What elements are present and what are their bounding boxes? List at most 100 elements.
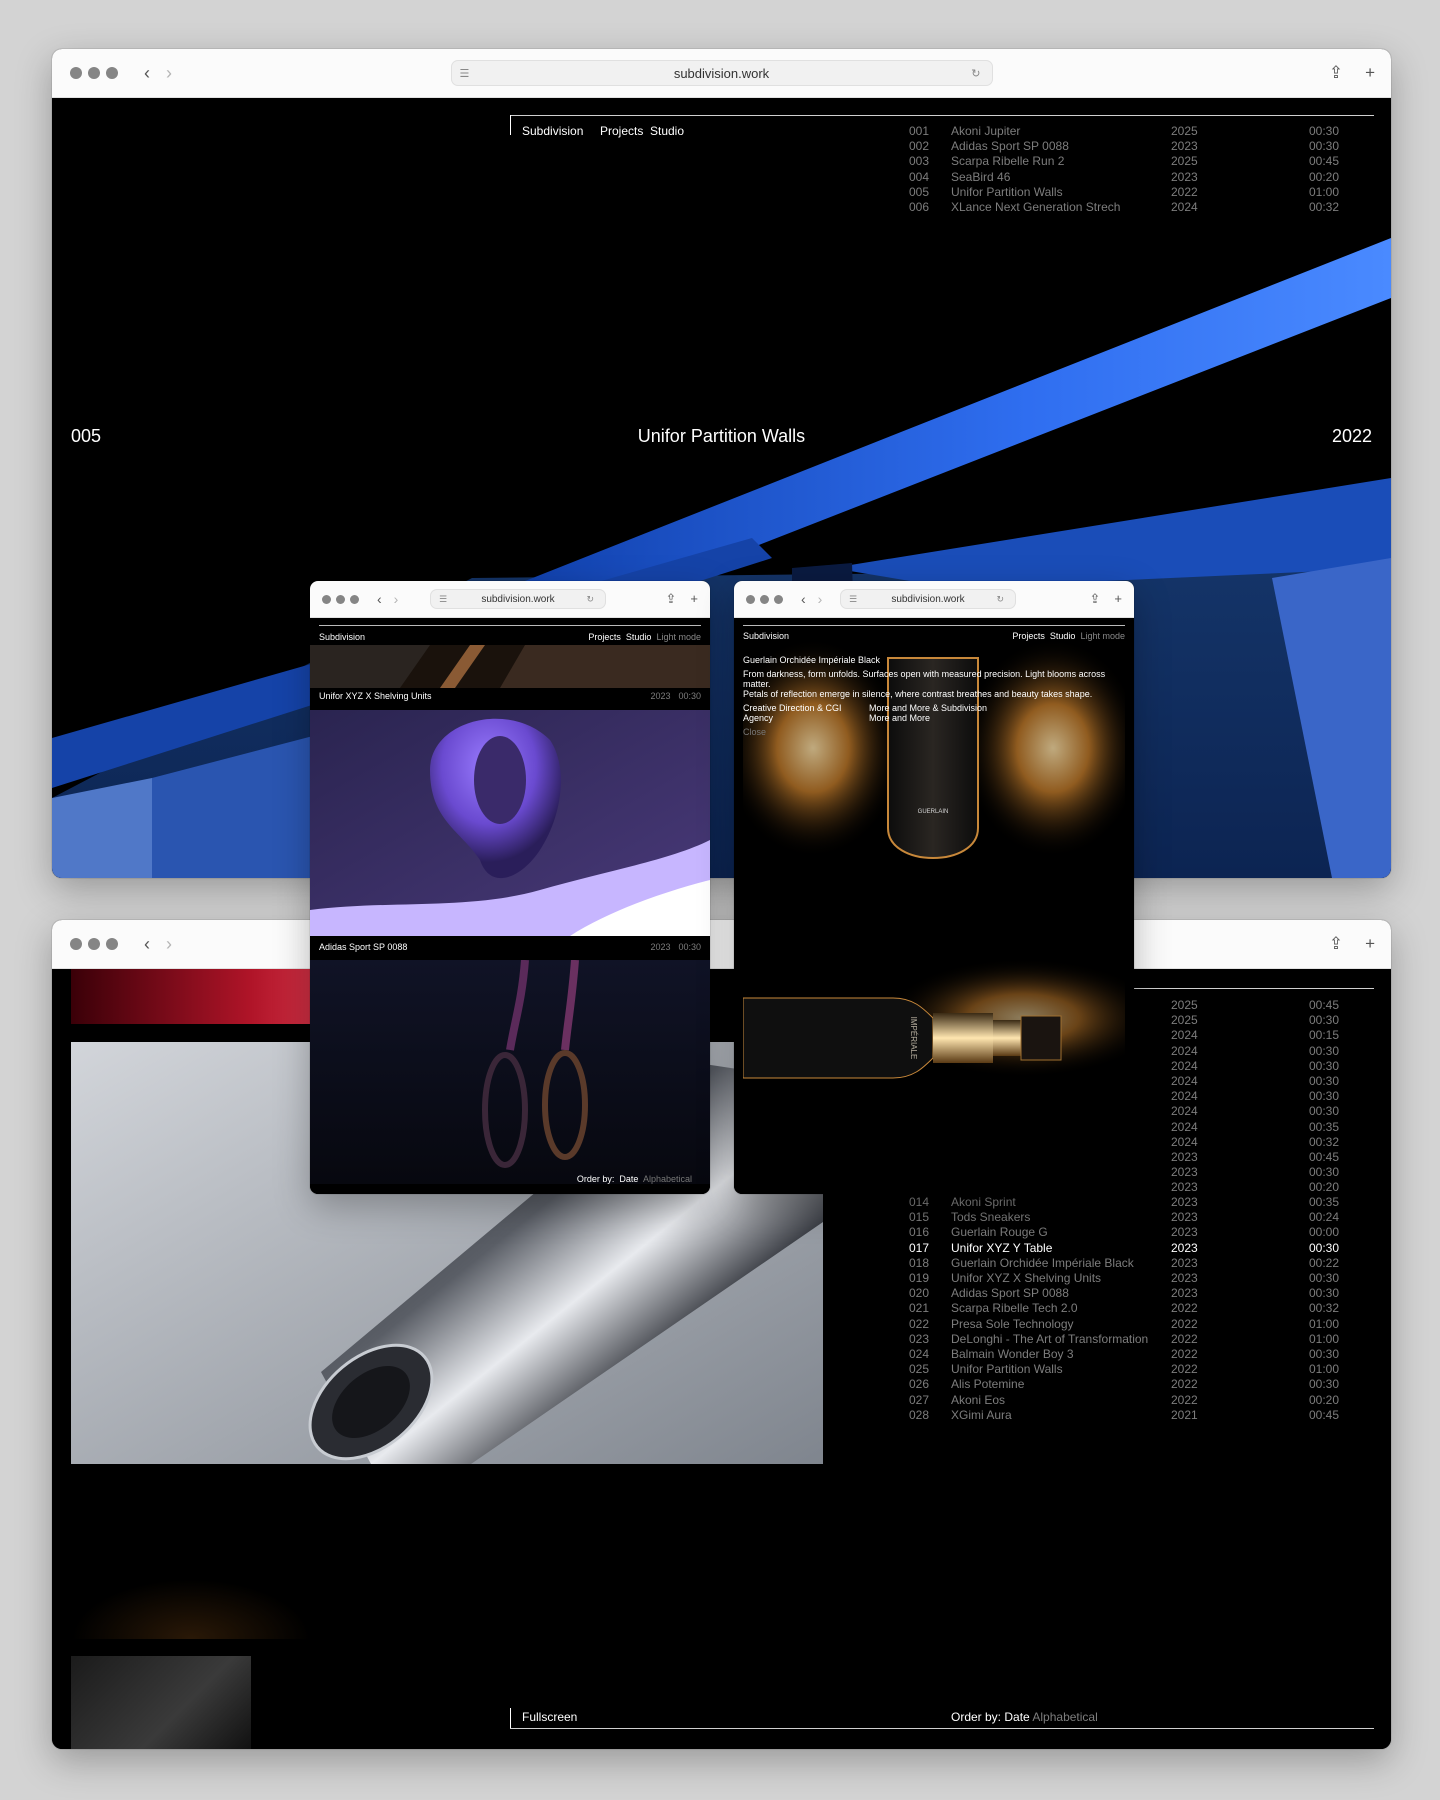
project-row[interactable]: 2024 00:35 xyxy=(1171,1120,1339,1135)
project-row[interactable]: 2025 00:45 xyxy=(1171,998,1339,1013)
project-row[interactable]: 2025 00:30 xyxy=(1171,1013,1339,1028)
nav-studio[interactable]: Studio xyxy=(650,124,684,138)
share-icon[interactable]: ⇪ xyxy=(1329,63,1343,83)
zoom-dot[interactable] xyxy=(106,938,118,950)
project-row[interactable]: 2023 00:30 xyxy=(1171,1165,1339,1180)
brand-link[interactable]: Subdivision xyxy=(743,631,789,641)
reload-icon[interactable]: ↻ xyxy=(586,594,597,605)
minimize-dot[interactable] xyxy=(88,67,100,79)
brand-link[interactable]: Subdivision xyxy=(522,124,583,138)
nav-studio[interactable]: Studio xyxy=(1050,631,1076,641)
project-year: 2021 xyxy=(1171,1407,1198,1422)
back-icon[interactable]: ‹ xyxy=(144,64,150,82)
order-date[interactable]: Date xyxy=(619,1174,638,1184)
climbing-rope-image[interactable] xyxy=(310,960,710,1184)
window-controls[interactable] xyxy=(322,594,359,604)
new-tab-icon[interactable]: + xyxy=(690,591,698,607)
address-bar[interactable]: ☰ subdivision.work ↻ xyxy=(450,60,993,86)
order-date[interactable]: Date xyxy=(1004,1710,1029,1724)
project-row[interactable]: 020 Adidas Sport SP 0088 2023 00:30 xyxy=(909,1286,1339,1301)
project-row[interactable]: 2024 00:30 xyxy=(1171,1104,1339,1119)
nav-light-mode[interactable]: Light mode xyxy=(656,632,701,642)
order-alphabetical[interactable]: Alphabetical xyxy=(1032,1710,1097,1724)
project-row[interactable]: 016 Guerlain Rouge G 2023 00:00 xyxy=(909,1225,1339,1240)
project-row[interactable]: 014 Akoni Sprint 2023 00:35 xyxy=(909,1195,1339,1210)
project-row[interactable]: 2023 00:45 xyxy=(1171,1150,1339,1165)
minimize-dot[interactable] xyxy=(760,594,769,604)
address-bar[interactable]: ☰ subdivision.work ↻ xyxy=(840,589,1016,609)
back-icon[interactable]: ‹ xyxy=(801,592,806,606)
new-tab-icon[interactable]: + xyxy=(1365,934,1375,954)
forward-icon[interactable]: › xyxy=(166,64,172,82)
project-row[interactable]: 2024 00:30 xyxy=(1171,1059,1339,1074)
reload-icon[interactable]: ↻ xyxy=(996,594,1007,605)
zoom-dot[interactable] xyxy=(350,594,359,604)
fullscreen-button[interactable]: Fullscreen xyxy=(522,1710,577,1724)
close-dot[interactable] xyxy=(70,67,82,79)
window-controls[interactable] xyxy=(746,594,783,604)
project-row[interactable]: 026 Alis Potemine 2022 00:30 xyxy=(909,1377,1339,1392)
window-controls[interactable] xyxy=(70,67,118,79)
project-row[interactable]: 017 Unifor XYZ Y Table 2023 00:30 xyxy=(909,1241,1339,1256)
zoom-dot[interactable] xyxy=(106,67,118,79)
back-icon[interactable]: ‹ xyxy=(144,935,150,953)
zoom-dot[interactable] xyxy=(774,594,783,604)
project-row[interactable]: 001 Akoni Jupiter 2025 00:30 xyxy=(909,124,1339,139)
share-icon[interactable]: ⇪ xyxy=(1329,934,1343,954)
nav-projects[interactable]: Projects xyxy=(588,632,621,642)
close-dot[interactable] xyxy=(70,938,82,950)
purple-abstract-image[interactable] xyxy=(310,710,710,936)
forward-icon[interactable]: › xyxy=(166,935,172,953)
project-row[interactable]: 022 Presa Sole Technology 2022 01:00 xyxy=(909,1317,1339,1332)
list-row[interactable]: Unifor XYZ X Shelving Units 2023 00:30 xyxy=(319,691,701,701)
share-icon[interactable]: ⇪ xyxy=(1090,591,1101,607)
project-row[interactable]: 2024 00:15 xyxy=(1171,1028,1339,1043)
project-row[interactable]: 019 Unifor XYZ X Shelving Units 2023 00:30 xyxy=(909,1271,1339,1286)
project-row[interactable]: 2024 00:30 xyxy=(1171,1074,1339,1089)
project-row[interactable]: 027 Akoni Eos 2022 00:20 xyxy=(909,1393,1339,1408)
project-row[interactable]: 025 Unifor Partition Walls 2022 01:00 xyxy=(909,1362,1339,1377)
forward-icon[interactable]: › xyxy=(394,592,399,606)
nav-projects[interactable]: Projects xyxy=(1012,631,1045,641)
address-bar[interactable]: ☰ subdivision.work ↻ xyxy=(430,589,606,609)
project-row[interactable]: 024 Balmain Wonder Boy 3 2022 00:30 xyxy=(909,1347,1339,1362)
forward-icon[interactable]: › xyxy=(818,592,823,606)
project-row[interactable]: 023 DeLonghi - The Art of Transformation 2… xyxy=(909,1332,1339,1347)
project-row[interactable]: 015 Tods Sneakers 2023 00:24 xyxy=(909,1210,1339,1225)
new-tab-icon[interactable]: + xyxy=(1365,63,1375,83)
project-year: 2024 xyxy=(1171,1134,1198,1149)
project-row[interactable]: 002 Adidas Sport SP 0088 2023 00:30 xyxy=(909,139,1339,154)
minimize-dot[interactable] xyxy=(336,594,345,604)
new-tab-icon[interactable]: + xyxy=(1114,591,1122,607)
close-dot[interactable] xyxy=(746,594,755,604)
close-dot[interactable] xyxy=(322,594,331,604)
project-row[interactable]: 028 XGimi Aura 2021 00:45 xyxy=(909,1408,1339,1423)
order-alphabetical[interactable]: Alphabetical xyxy=(643,1174,692,1184)
nav-projects[interactable]: Projects xyxy=(600,124,643,138)
wood-strip-image[interactable] xyxy=(310,645,710,688)
nav-light-mode[interactable]: Light mode xyxy=(1080,631,1125,641)
back-icon[interactable]: ‹ xyxy=(377,592,382,606)
reload-icon[interactable]: ↻ xyxy=(971,67,983,80)
url-text: subdivision.work xyxy=(891,593,965,605)
project-row[interactable]: 004 SeaBird 46 2023 00:20 xyxy=(909,170,1339,185)
project-row[interactable]: 021 Scarpa Ribelle Tech 2.0 2022 00:32 xyxy=(909,1301,1339,1316)
project-row[interactable]: 005 Unifor Partition Walls 2022 01:00 xyxy=(909,185,1339,200)
project-row[interactable]: 018 Guerlain Orchidée Impériale Black 2023… xyxy=(909,1256,1339,1271)
project-row[interactable]: 006 XLance Next Generation Strech 2024 00:3… xyxy=(909,200,1339,215)
close-link[interactable]: Close xyxy=(743,727,1125,737)
thumbnail-image[interactable] xyxy=(71,1656,251,1749)
nav-studio[interactable]: Studio xyxy=(626,632,652,642)
project-row[interactable]: 2024 00:30 xyxy=(1171,1044,1339,1059)
project-year: 2023 xyxy=(1171,1195,1198,1209)
project-row[interactable]: 003 Scarpa Ribelle Run 2 2025 00:45 xyxy=(909,154,1339,169)
brand-link[interactable]: Subdivision xyxy=(319,632,365,642)
project-row[interactable]: 2024 00:32 xyxy=(1171,1135,1339,1150)
window-controls[interactable] xyxy=(70,938,118,950)
share-icon[interactable]: ⇪ xyxy=(666,591,677,607)
order-label: Order by: xyxy=(576,1174,615,1184)
project-row[interactable]: 2024 00:30 xyxy=(1171,1089,1339,1104)
project-row[interactable]: 2023 00:20 xyxy=(1171,1180,1339,1195)
minimize-dot[interactable] xyxy=(88,938,100,950)
list-row[interactable]: Adidas Sport SP 0088 2023 00:30 xyxy=(319,942,701,952)
